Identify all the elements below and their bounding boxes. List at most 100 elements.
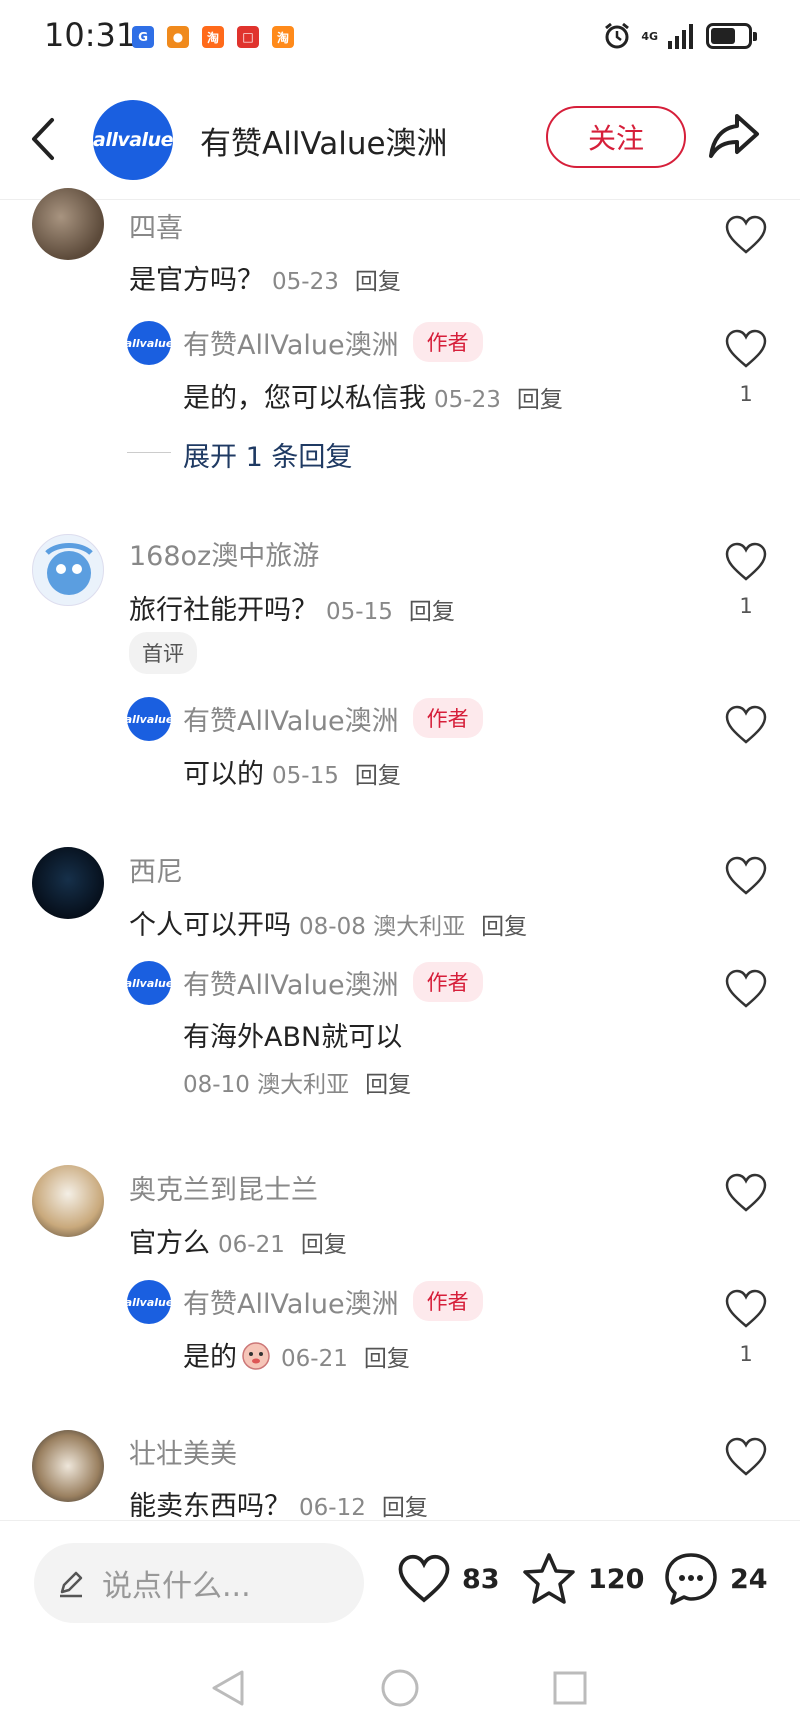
- nav-recents-icon[interactable]: [552, 1670, 588, 1706]
- user-avatar[interactable]: [32, 1430, 104, 1502]
- like-heart-icon[interactable]: [724, 328, 768, 370]
- reply-button[interactable]: 回复: [301, 1225, 347, 1259]
- comment-input-placeholder: 说点什么...: [102, 1569, 251, 1604]
- emoji-sticker-icon: [242, 1341, 270, 1370]
- reply-username[interactable]: 有赞AllValue澳洲: [183, 1282, 399, 1321]
- user-avatar[interactable]: [32, 534, 104, 606]
- reply-button[interactable]: 回复: [365, 1065, 411, 1099]
- comment-body[interactable]: 个人可以开吗 08-08 澳大利亚 回复: [129, 903, 527, 942]
- battery-icon: [706, 23, 757, 49]
- like-heart-icon[interactable]: [724, 1288, 768, 1330]
- reply-button[interactable]: 回复: [355, 262, 401, 296]
- nav-home-icon[interactable]: [380, 1668, 420, 1708]
- comment-text: 是官方吗？: [129, 265, 264, 296]
- comment-body[interactable]: 是官方吗？ 05-23 回复: [129, 258, 401, 297]
- like-count: 1: [739, 1342, 753, 1366]
- reply-button[interactable]: 回复: [481, 907, 527, 941]
- reply-header: 有赞AllValue澳洲 作者: [183, 322, 483, 362]
- favorite-total: 120: [588, 1563, 645, 1595]
- status-time: 10:31: [44, 16, 137, 54]
- comment-action[interactable]: 24: [662, 1551, 768, 1607]
- taobao-notification-icon: 淘: [272, 26, 294, 48]
- comment-bubble-icon: [665, 1553, 717, 1605]
- reply-header: 有赞AllValue澳洲 作者: [183, 962, 483, 1002]
- like-heart-icon[interactable]: [724, 541, 768, 583]
- author-badge: 作者: [412, 698, 483, 738]
- reply-body[interactable]: 是的，您可以私信我 05-23 回复: [183, 376, 563, 415]
- author-badge: 作者: [412, 322, 483, 362]
- share-icon[interactable]: [707, 110, 761, 160]
- reply-button[interactable]: 回复: [382, 1488, 428, 1522]
- comment-date: 05-15: [326, 599, 393, 625]
- reply-body[interactable]: 可以的 05-15 回复: [183, 752, 401, 791]
- like-heart-icon[interactable]: [724, 968, 768, 1010]
- network-type: 4G: [641, 29, 658, 43]
- comment-date: 05-23: [272, 269, 339, 295]
- comment-text: 能卖东西吗？: [129, 1491, 291, 1522]
- user-avatar[interactable]: [32, 1165, 104, 1237]
- author-avatar[interactable]: allvalue: [125, 1280, 173, 1324]
- favorite-action[interactable]: 120: [520, 1551, 644, 1607]
- reply-text: 是的，您可以私信我: [183, 383, 426, 414]
- top-navigation-bar: allvalue 有赞AllValue澳洲 关注: [0, 80, 800, 200]
- app-notification-icon: □: [237, 26, 259, 48]
- system-navigation-bar: [0, 1640, 800, 1733]
- comment-input[interactable]: 说点什么...: [34, 1543, 364, 1623]
- author-badge: 作者: [412, 962, 483, 1002]
- comment-body[interactable]: 能卖东西吗？ 06-12 回复: [129, 1484, 428, 1523]
- like-heart-icon[interactable]: [724, 1172, 768, 1214]
- like-count: 1: [739, 382, 753, 406]
- comment-username[interactable]: 168oz澳中旅游: [129, 534, 319, 573]
- reply-button[interactable]: 回复: [355, 756, 401, 790]
- reply-button[interactable]: 回复: [364, 1339, 410, 1373]
- reply-username[interactable]: 有赞AllValue澳洲: [183, 699, 399, 738]
- signal-icon: [668, 24, 693, 49]
- alarm-icon: [605, 22, 630, 49]
- like-heart-icon[interactable]: [724, 214, 768, 256]
- reply-button[interactable]: 回复: [517, 380, 563, 414]
- like-heart-icon[interactable]: [724, 855, 768, 897]
- back-arrow-icon[interactable]: [28, 114, 58, 164]
- reply-meta: 08-10 澳大利亚 回复: [183, 1065, 411, 1099]
- reply-date: 08-10 澳大利亚: [183, 1072, 350, 1098]
- like-heart-icon[interactable]: [724, 1436, 768, 1478]
- comment-username[interactable]: 西尼: [129, 850, 183, 889]
- author-avatar[interactable]: allvalue: [125, 697, 173, 741]
- account-name[interactable]: 有赞AllValue澳洲: [200, 118, 448, 163]
- comment-username[interactable]: 奥克兰到昆士兰: [129, 1168, 318, 1207]
- comment-date: 06-21: [218, 1232, 285, 1258]
- like-action[interactable]: 83: [396, 1553, 500, 1605]
- reply-body[interactable]: 是的 06-21 回复: [183, 1335, 410, 1374]
- user-avatar[interactable]: [32, 188, 104, 260]
- nav-back-icon[interactable]: [210, 1668, 246, 1708]
- comment-body[interactable]: 官方么 06-21 回复: [129, 1221, 347, 1260]
- reply-date: 05-23: [434, 387, 501, 413]
- reply-username[interactable]: 有赞AllValue澳洲: [183, 963, 399, 1002]
- like-heart-icon[interactable]: [724, 704, 768, 746]
- status-indicators: 4G: [603, 22, 757, 50]
- author-avatar[interactable]: allvalue: [125, 321, 173, 365]
- account-avatar[interactable]: allvalue: [93, 100, 173, 180]
- app-notification-icon: G: [132, 26, 154, 48]
- reply-text: 是的: [183, 1342, 237, 1373]
- reply-date: 05-15: [272, 763, 339, 789]
- comment-total: 24: [730, 1563, 768, 1595]
- reply-button[interactable]: 回复: [409, 592, 455, 626]
- divider: [127, 452, 171, 453]
- author-avatar[interactable]: allvalue: [125, 961, 173, 1005]
- reply-username[interactable]: 有赞AllValue澳洲: [183, 323, 399, 362]
- heart-icon: [398, 1554, 450, 1603]
- comment-username[interactable]: 壮壮美美: [129, 1432, 237, 1471]
- star-icon: [523, 1553, 575, 1604]
- comment-username[interactable]: 四喜: [129, 206, 183, 245]
- follow-button[interactable]: 关注: [546, 106, 686, 168]
- like-count: 1: [739, 594, 753, 618]
- taobao-notification-icon: 淘: [202, 26, 224, 48]
- bottom-action-bar: 说点什么... 83 120 24: [0, 1520, 800, 1640]
- pencil-icon: [60, 1571, 83, 1598]
- comment-text: 个人可以开吗: [129, 910, 291, 941]
- user-avatar[interactable]: [32, 847, 104, 919]
- reply-text[interactable]: 有海外ABN就可以: [183, 1015, 402, 1054]
- expand-replies-button[interactable]: 展开 1 条回复: [183, 435, 352, 474]
- comment-body[interactable]: 旅行社能开吗？ 05-15 回复: [129, 588, 455, 627]
